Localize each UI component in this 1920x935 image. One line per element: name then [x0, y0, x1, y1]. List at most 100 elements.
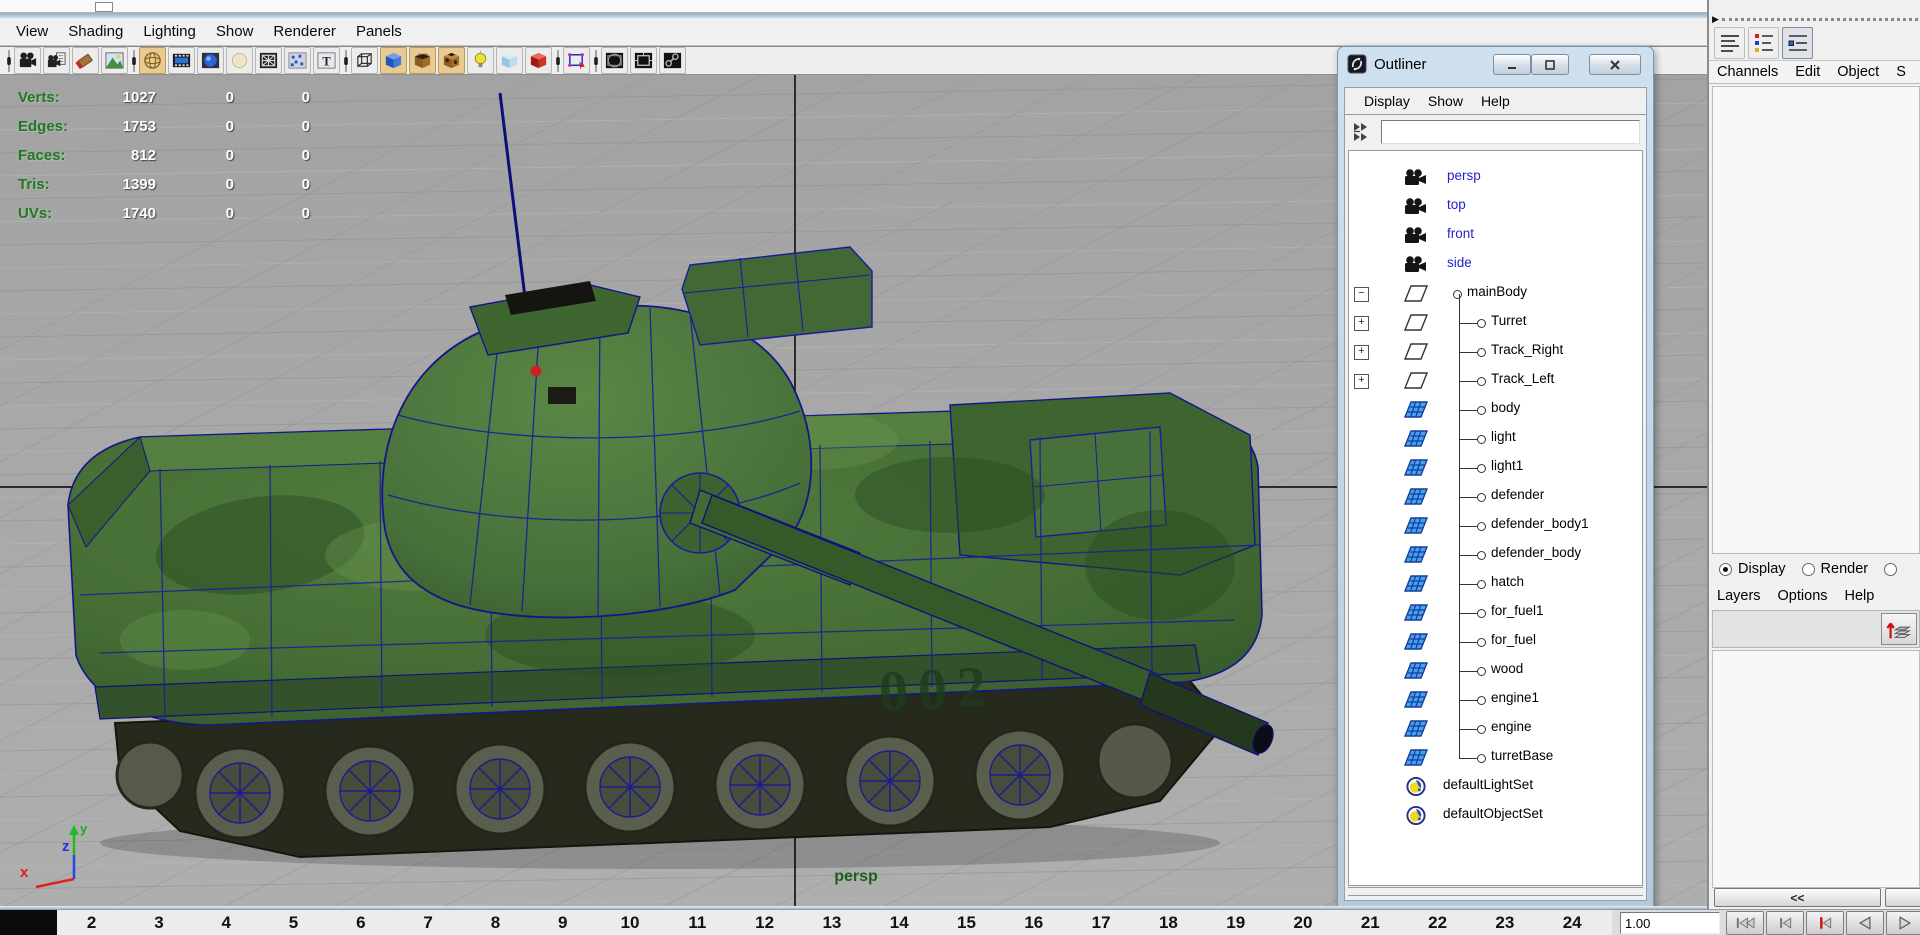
shaded-objects-icon[interactable]	[380, 47, 407, 74]
maximize-button[interactable]	[1531, 54, 1569, 75]
default-material-icon[interactable]	[255, 47, 282, 74]
outliner-item-Track_Left[interactable]: + Track_Left	[1349, 366, 1642, 395]
group-drag-handle-icon[interactable]	[553, 48, 562, 74]
collapse-toggle[interactable]: −	[1354, 287, 1369, 302]
outliner-item-defender[interactable]: defender	[1349, 482, 1642, 511]
outliner-item-defaultLightSet[interactable]: defaultLightSet	[1349, 772, 1642, 801]
outliner-item-turretBase[interactable]: turretBase	[1349, 743, 1642, 772]
channel-menu-edit[interactable]: Edit	[1795, 64, 1820, 80]
smooth-shade-icon[interactable]	[168, 47, 195, 74]
layers-menu-help[interactable]: Help	[1845, 588, 1875, 604]
camera-attributes-icon[interactable]	[43, 47, 70, 74]
radio-truncated[interactable]	[1884, 562, 1903, 576]
xray-display-icon[interactable]	[496, 47, 523, 74]
textured-cube-display-icon[interactable]	[438, 47, 465, 74]
go-to-start-button[interactable]	[1726, 911, 1764, 935]
wireframe-on-shaded-icon[interactable]	[351, 47, 378, 74]
selection-highlight-icon[interactable]	[563, 47, 590, 74]
outliner-menu-help[interactable]: Help	[1472, 93, 1519, 109]
outliner-filter-icon[interactable]	[1351, 119, 1377, 145]
menu-item-shading[interactable]: Shading	[58, 23, 133, 40]
layers-menu-layers[interactable]: Layers	[1717, 588, 1761, 604]
flat-lighting-icon[interactable]	[226, 47, 253, 74]
time-slider[interactable]: 2 3 4 5 6 7 8 9 10 11 12 13 14 15 16 17 18 19 20 21 22 23 24	[0, 909, 1612, 935]
channel-box-area[interactable]	[1712, 86, 1920, 554]
outliner-item-top[interactable]: top	[1349, 192, 1642, 221]
outliner-item-for_fuel1[interactable]: for_fuel1	[1349, 598, 1642, 627]
outliner-item-light1[interactable]: light1	[1349, 453, 1642, 482]
outliner-titlebar[interactable]: Outliner	[1338, 47, 1653, 81]
film-gate-icon[interactable]	[601, 47, 628, 74]
joint-xray-icon[interactable]	[659, 47, 686, 74]
resolution-gate-icon[interactable]	[630, 47, 657, 74]
menu-item-lighting[interactable]: Lighting	[133, 23, 206, 40]
group-drag-handle-icon[interactable]	[341, 48, 350, 74]
playback-speed-field[interactable]	[1620, 912, 1720, 934]
outliner-item-light[interactable]: light	[1349, 424, 1642, 453]
outliner-item-Turret[interactable]: + Turret	[1349, 308, 1642, 337]
hud-row: Faces: 812 0 0	[18, 147, 310, 164]
close-button[interactable]	[1589, 54, 1641, 75]
group-drag-handle-icon[interactable]	[129, 48, 138, 74]
menu-item-show[interactable]: Show	[206, 23, 264, 40]
radio-display[interactable]: Display	[1719, 561, 1786, 577]
outliner-item-Track_Right[interactable]: + Track_Right	[1349, 337, 1642, 366]
channel-layout-wide-button[interactable]	[1714, 27, 1745, 59]
tank-model[interactable]: 002	[67, 246, 1277, 869]
image-plane-icon[interactable]	[101, 47, 128, 74]
panel-drag-handle[interactable]: ▶	[1709, 13, 1920, 25]
backface-culling-icon[interactable]	[525, 47, 552, 74]
outliner-item-defender_body[interactable]: defender_body	[1349, 540, 1642, 569]
step-back-button[interactable]	[1766, 911, 1804, 935]
particle-display-icon[interactable]	[284, 47, 311, 74]
outliner-item-side[interactable]: side	[1349, 250, 1642, 279]
expand-toggle[interactable]: +	[1354, 345, 1369, 360]
expand-toggle[interactable]: +	[1354, 316, 1369, 331]
current-frame-marker[interactable]	[0, 910, 57, 935]
radio-render[interactable]: Render	[1801, 561, 1868, 577]
create-layer-button[interactable]	[1881, 613, 1917, 645]
outliner-item-body[interactable]: body	[1349, 395, 1642, 424]
channel-menu-channels[interactable]: Channels	[1717, 64, 1778, 80]
menu-item-renderer[interactable]: Renderer	[263, 23, 346, 40]
outliner-item-defaultObjectSet[interactable]: defaultObjectSet	[1349, 801, 1642, 830]
outliner-item-defender_body1[interactable]: defender_body1	[1349, 511, 1642, 540]
channel-menu-object[interactable]: Object	[1837, 64, 1879, 80]
outliner-menu-display[interactable]: Display	[1355, 93, 1419, 109]
open-cube-display-icon[interactable]	[409, 47, 436, 74]
use-all-lights-icon[interactable]	[467, 47, 494, 74]
play-backwards-button[interactable]	[1846, 911, 1884, 935]
outliner-item-hatch[interactable]: hatch	[1349, 569, 1642, 598]
outliner-item-for_fuel[interactable]: for_fuel	[1349, 627, 1642, 656]
collapse-panel-button[interactable]: <<	[1714, 888, 1881, 907]
outliner-item-front[interactable]: front	[1349, 221, 1642, 250]
outliner-search-input[interactable]	[1381, 120, 1640, 144]
outliner-window[interactable]: Outliner Display Show Help persp top front si…	[1337, 46, 1654, 908]
channel-layout-narrow-button[interactable]	[1782, 27, 1813, 59]
outliner-bottom-scroll-strip[interactable]	[1348, 887, 1643, 896]
minimize-button[interactable]	[1493, 54, 1531, 75]
outliner-item-engine1[interactable]: engine1	[1349, 685, 1642, 714]
grease-pencil-icon[interactable]	[72, 47, 99, 74]
layers-menu-options[interactable]: Options	[1778, 588, 1828, 604]
outliner-item-wood[interactable]: wood	[1349, 656, 1642, 685]
outliner-menu-show[interactable]: Show	[1419, 93, 1472, 109]
group-drag-handle-icon[interactable]	[591, 48, 600, 74]
shaded-display-icon[interactable]	[197, 47, 224, 74]
outliner-item-persp[interactable]: persp	[1349, 163, 1642, 192]
outliner-item-engine[interactable]: engine	[1349, 714, 1642, 743]
pane-drag-handle-icon[interactable]	[4, 48, 13, 74]
select-camera-icon[interactable]	[14, 47, 41, 74]
collapse-panel-button-2[interactable]	[1884, 888, 1920, 907]
textured-display-icon[interactable]: T	[313, 47, 340, 74]
channel-menu-s[interactable]: S	[1896, 64, 1906, 80]
menu-item-panels[interactable]: Panels	[346, 23, 412, 40]
previous-key-button[interactable]	[1806, 911, 1844, 935]
menu-item-view[interactable]: View	[6, 23, 58, 40]
play-forward-button[interactable]	[1886, 911, 1920, 935]
outliner-item-mainBody[interactable]: − mainBody	[1349, 279, 1642, 308]
layers-list-area[interactable]	[1712, 650, 1920, 888]
channel-layout-keyable-button[interactable]	[1748, 27, 1779, 59]
wireframe-display-icon[interactable]	[139, 47, 166, 74]
expand-toggle[interactable]: +	[1354, 374, 1369, 389]
